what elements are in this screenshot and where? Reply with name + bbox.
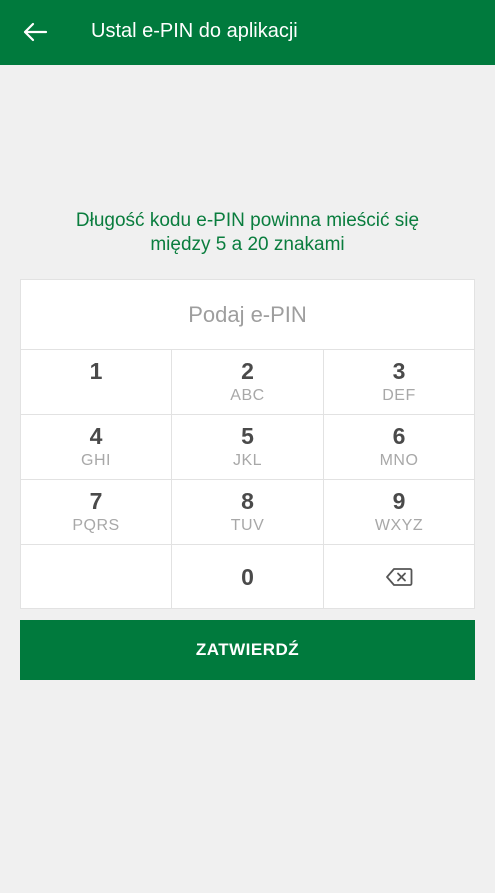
pin-length-hint: Długość kodu e-PIN powinna mieścić się m… — [20, 209, 475, 257]
submit-button[interactable]: ZATWIERDŹ — [20, 620, 475, 680]
key-digit: 3 — [392, 358, 406, 384]
key-digit: 8 — [241, 488, 254, 514]
key-digit: 2 — [241, 358, 254, 384]
key-digit: 4 — [89, 423, 103, 449]
key-1[interactable]: 1 — [21, 350, 172, 415]
key-letters: MNO — [379, 452, 419, 469]
key-digit: 0 — [241, 563, 254, 590]
pin-input[interactable] — [21, 301, 474, 328]
key-letters: WXYZ — [374, 517, 424, 534]
backspace-icon — [386, 567, 413, 586]
pin-panel: 1 2 ABC 3 DEF 4 GHI 5 JKL 6 MNO 7 PQRS 8 — [20, 279, 475, 609]
hint-line-2: między 5 a 20 znakami — [150, 234, 345, 255]
app-bar: Ustal e-PIN do aplikacji — [0, 0, 495, 65]
key-9[interactable]: 9 WXYZ — [324, 480, 474, 545]
arrow-left-icon — [23, 22, 48, 42]
key-digit: 6 — [392, 423, 406, 449]
key-digit: 5 — [241, 423, 254, 449]
key-6[interactable]: 6 MNO — [324, 415, 474, 480]
key-0[interactable]: 0 — [172, 545, 324, 608]
key-digit: 7 — [89, 488, 103, 514]
key-empty — [21, 545, 172, 608]
backspace-key[interactable] — [324, 545, 474, 608]
key-2[interactable]: 2 ABC — [172, 350, 324, 415]
key-letters: PQRS — [72, 517, 120, 534]
pin-display — [21, 280, 474, 350]
key-8[interactable]: 8 TUV — [172, 480, 324, 545]
hint-line-1: Długość kodu e-PIN powinna mieścić się — [75, 210, 420, 231]
page-title: Ustal e-PIN do aplikacji — [91, 20, 298, 42]
key-letters: TUV — [230, 517, 265, 534]
key-digit: 1 — [89, 358, 103, 384]
keypad: 1 2 ABC 3 DEF 4 GHI 5 JKL 6 MNO 7 PQRS 8 — [21, 350, 474, 608]
key-letters: DEF — [382, 387, 416, 404]
back-button[interactable] — [14, 12, 56, 52]
key-digit: 9 — [392, 488, 406, 514]
key-4[interactable]: 4 GHI — [21, 415, 172, 480]
key-letters: ABC — [230, 387, 265, 404]
key-3[interactable]: 3 DEF — [324, 350, 474, 415]
key-5[interactable]: 5 JKL — [172, 415, 324, 480]
key-letters: JKL — [232, 452, 263, 469]
key-7[interactable]: 7 PQRS — [21, 480, 172, 545]
key-letters: GHI — [81, 452, 111, 469]
